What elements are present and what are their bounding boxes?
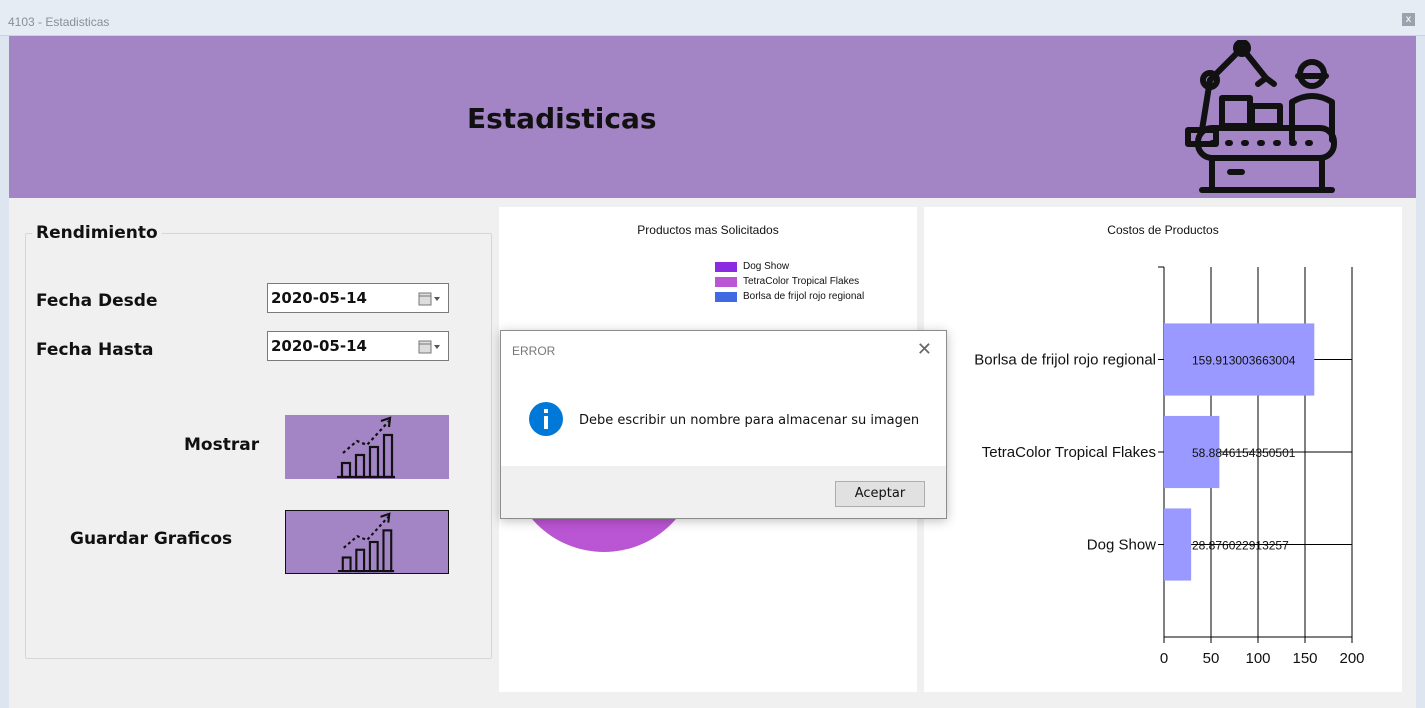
data-label: 58.8846154350501 (1192, 446, 1296, 460)
y-tick-label: Borlsa de frijol rojo regional (974, 352, 1156, 369)
bar-chart: 0 50 100 150 200 Borlsa de frijol rojo region… (974, 266, 1365, 667)
bar (1164, 508, 1192, 581)
header-banner: Estadisticas (9, 36, 1416, 198)
page-title: Estadisticas (467, 102, 657, 135)
x-tick-label: 200 (1339, 650, 1364, 667)
x-tick-label: 50 (1203, 650, 1220, 667)
fecha-hasta-datepicker[interactable]: 2020-05-14 (267, 331, 449, 361)
dialog-close-button[interactable]: ✕ (917, 339, 932, 360)
window-titlebar: 4103 - Estadisticas x (0, 0, 1425, 36)
growth-chart-icon (337, 512, 395, 573)
dialog-message: Debe escribir un nombre para almacenar s… (579, 413, 920, 428)
growth-chart-icon (337, 416, 395, 479)
guardar-graficos-button[interactable] (285, 510, 449, 574)
bar-chart-panel: Costos de Productos 0 50 100 150 200 Borlsa d… (924, 207, 1402, 692)
info-icon (529, 402, 563, 436)
x-tick-label: 150 (1292, 650, 1317, 667)
calendar-dropdown-icon[interactable] (418, 340, 442, 354)
y-tick-label: Dog Show (1087, 537, 1156, 554)
mostrar-label: Mostrar (184, 435, 260, 455)
factory-assembly-line-icon (1185, 40, 1337, 193)
window-close-button[interactable]: x (1402, 13, 1415, 26)
guardar-graficos-label: Guardar Graficos (70, 529, 233, 549)
fecha-desde-label: Fecha Desde (36, 291, 158, 311)
dialog-title: ERROR (512, 344, 556, 358)
rendimiento-group-title: Rendimiento (32, 223, 162, 243)
calendar-dropdown-icon[interactable] (418, 292, 442, 306)
x-tick-label: 0 (1160, 650, 1168, 667)
dialog-footer: Aceptar (501, 466, 946, 518)
y-tick-label: TetraColor Tropical Flakes (982, 444, 1156, 461)
fecha-desde-datepicker[interactable]: 2020-05-14 (267, 283, 449, 313)
fecha-hasta-value: 2020-05-14 (271, 337, 367, 355)
data-label: 159.913003663004 (1192, 354, 1296, 368)
mostrar-button[interactable] (285, 415, 449, 479)
error-dialog: ERROR ✕ Debe escribir un nombre para alm… (500, 330, 947, 519)
data-label: 28.876022913257 (1192, 539, 1289, 553)
aceptar-button[interactable]: Aceptar (835, 481, 925, 507)
fecha-hasta-label: Fecha Hasta (36, 340, 154, 360)
x-tick-label: 100 (1245, 650, 1270, 667)
fecha-desde-value: 2020-05-14 (271, 289, 367, 307)
window-title: 4103 - Estadisticas (8, 15, 110, 29)
